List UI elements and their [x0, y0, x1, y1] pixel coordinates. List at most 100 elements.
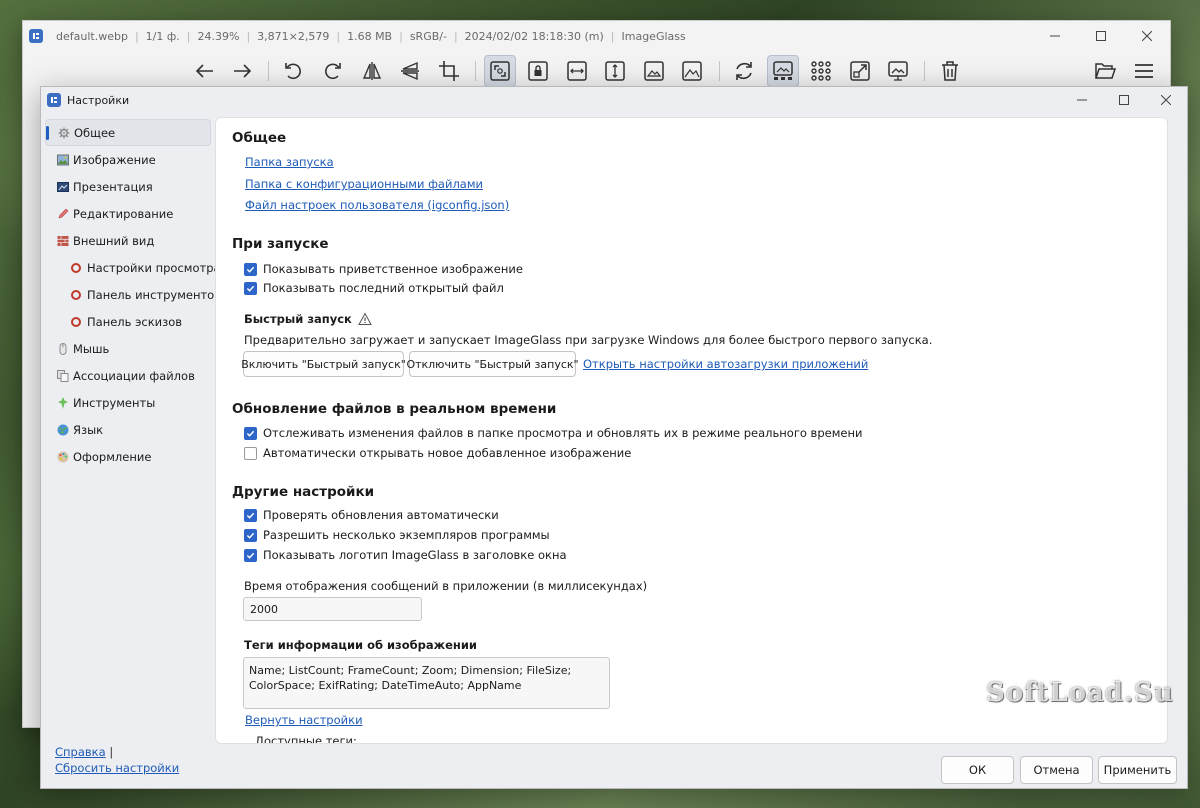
slideshow-button[interactable] — [882, 55, 914, 87]
arrow-right-icon — [234, 64, 252, 78]
help-link[interactable]: Справка — [55, 745, 106, 759]
image-info-tags-label: Теги информации об изображении — [244, 638, 477, 652]
next-image-button[interactable] — [226, 55, 258, 87]
file-associations-icon — [57, 369, 69, 382]
nav-image[interactable]: Изображение — [45, 146, 211, 173]
nav-toolbar[interactable]: Панель инструментов — [45, 281, 221, 308]
file-name: default.webp — [56, 29, 128, 43]
image-dimension: 3,871×2,579 — [257, 29, 330, 43]
previous-image-button[interactable] — [189, 55, 221, 87]
color-space: sRGB/- — [409, 29, 447, 43]
close-icon — [1161, 95, 1171, 105]
show-welcome-checkbox[interactable] — [244, 262, 257, 276]
maximize-button[interactable] — [1078, 21, 1124, 51]
slideshow-icon — [57, 181, 69, 193]
nav-file-associations[interactable]: Ассоциации файлов — [45, 362, 211, 389]
cancel-button[interactable]: Отмена — [1020, 756, 1093, 784]
auto-open-new-checkbox[interactable] — [244, 446, 257, 460]
disable-quick-start-button[interactable]: Отключить "Быстрый запуск" — [406, 351, 579, 377]
ok-button[interactable]: ОК — [941, 756, 1014, 784]
lock-zoom-icon — [528, 61, 548, 81]
scale-height-button[interactable] — [599, 55, 631, 87]
main-menu-button[interactable] — [1128, 55, 1160, 87]
fullscreen-button[interactable] — [844, 55, 876, 87]
show-logo-checkbox[interactable] — [244, 548, 257, 562]
imageglass-logo-icon — [47, 93, 61, 107]
refresh-button[interactable] — [728, 55, 760, 87]
nav-viewer-settings[interactable]: Настройки просмотра — [45, 254, 221, 281]
nav-edit[interactable]: Редактирование — [45, 200, 211, 227]
image-info-tags-textarea[interactable]: Name; ListCount; FrameCount; Zoom; Dimen… — [243, 657, 610, 709]
check-updates-checkbox[interactable] — [244, 508, 257, 522]
multi-instances-checkbox[interactable] — [244, 528, 257, 542]
reset-tags-link[interactable]: Вернуть настройки — [245, 713, 363, 727]
rotate-left-button[interactable] — [277, 55, 309, 87]
user-config-file-link[interactable]: Файл настроек пользователя (igconfig.jso… — [245, 198, 509, 212]
checkmark-icon — [246, 430, 255, 437]
crop-icon — [439, 61, 459, 81]
enable-quick-start-button[interactable]: Включить "Быстрый запуск" — [241, 351, 406, 377]
scale-to-fill-button[interactable] — [676, 55, 708, 87]
nav-appearance[interactable]: Внешний вид — [45, 227, 211, 254]
checkmark-icon — [246, 552, 255, 559]
message-time-input[interactable] — [243, 597, 422, 621]
watch-changes-checkbox[interactable] — [244, 426, 257, 440]
circle-icon — [71, 316, 81, 327]
checkerboard-button[interactable] — [805, 55, 837, 87]
gallery-button[interactable] — [767, 55, 799, 87]
gear-icon — [58, 127, 70, 139]
apply-button[interactable]: Применить — [1098, 756, 1177, 784]
checkmark-icon — [246, 532, 255, 539]
viewer-window-controls — [1032, 21, 1170, 51]
nav-gallery[interactable]: Панель эскизов — [45, 308, 211, 335]
auto-zoom-button[interactable] — [484, 55, 516, 87]
settings-maximize-button[interactable] — [1103, 87, 1145, 113]
show-last-file-checkbox[interactable] — [244, 281, 257, 295]
flip-horizontal-button[interactable] — [356, 55, 388, 87]
rotate-right-button[interactable] — [317, 55, 349, 87]
config-folder-link[interactable]: Папка с конфигурационными файлами — [245, 177, 483, 191]
multi-instances-option[interactable]: Разрешить несколько экземпляров программ… — [244, 528, 550, 542]
crop-button[interactable] — [433, 55, 465, 87]
show-logo-option[interactable]: Показывать логотип ImageGlass в заголовк… — [244, 548, 567, 562]
delete-button[interactable] — [934, 55, 966, 87]
quick-start-heading: Быстрый запуск — [244, 312, 372, 326]
open-folder-button[interactable] — [1089, 55, 1121, 87]
close-button[interactable] — [1124, 21, 1170, 51]
minimize-icon — [1050, 35, 1060, 37]
show-last-file-option[interactable]: Показывать последний открытый файл — [244, 281, 504, 295]
startup-folder-link[interactable]: Папка запуска — [245, 155, 334, 169]
tools-icon — [57, 396, 69, 409]
settings-close-button[interactable] — [1145, 87, 1187, 113]
settings-minimize-button[interactable] — [1061, 87, 1103, 113]
nav-tools[interactable]: Инструменты — [45, 389, 211, 416]
pencil-icon — [57, 208, 69, 220]
minimize-icon — [1077, 99, 1087, 101]
nav-theme[interactable]: Оформление — [45, 443, 211, 470]
minimize-button[interactable] — [1032, 21, 1078, 51]
auto-open-new-option[interactable]: Автоматически открывать новое добавленно… — [244, 446, 631, 460]
delete-icon — [942, 61, 958, 81]
settings-content-panel: Общее Папка запуска Папка с конфигурацио… — [215, 117, 1168, 744]
nav-language[interactable]: Язык — [45, 416, 211, 443]
scale-to-fit-button[interactable] — [638, 55, 670, 87]
sidebar-bottom-links: Справка | Сбросить настройки — [55, 745, 180, 775]
message-time-label: Время отображения сообщений в приложении… — [244, 579, 648, 593]
settings-titlebar: Настройки — [41, 87, 1187, 113]
startup-apps-settings-link[interactable]: Открыть настройки автозагрузки приложени… — [583, 357, 868, 371]
section-heading-general: Общее — [232, 130, 287, 146]
viewer-titlebar: default.webp | 1/1 ф. | 24.39% | 3,871×2… — [23, 21, 1170, 51]
close-icon — [1142, 31, 1152, 41]
nav-general[interactable]: Общее — [45, 119, 211, 146]
scale-width-button[interactable] — [561, 55, 593, 87]
watch-changes-option[interactable]: Отслеживать изменения файлов в папке про… — [244, 426, 862, 440]
lock-zoom-button[interactable] — [522, 55, 554, 87]
show-welcome-option[interactable]: Показывать приветственное изображение — [244, 262, 523, 276]
auto-zoom-icon — [490, 61, 510, 81]
check-updates-option[interactable]: Проверять обновления автоматически — [244, 508, 499, 522]
flip-vertical-button[interactable] — [394, 55, 426, 87]
reset-settings-link[interactable]: Сбросить настройки — [55, 761, 179, 775]
nav-slideshow[interactable]: Презентация — [45, 173, 211, 200]
menu-icon — [1135, 64, 1153, 78]
nav-mouse[interactable]: Мышь — [45, 335, 211, 362]
